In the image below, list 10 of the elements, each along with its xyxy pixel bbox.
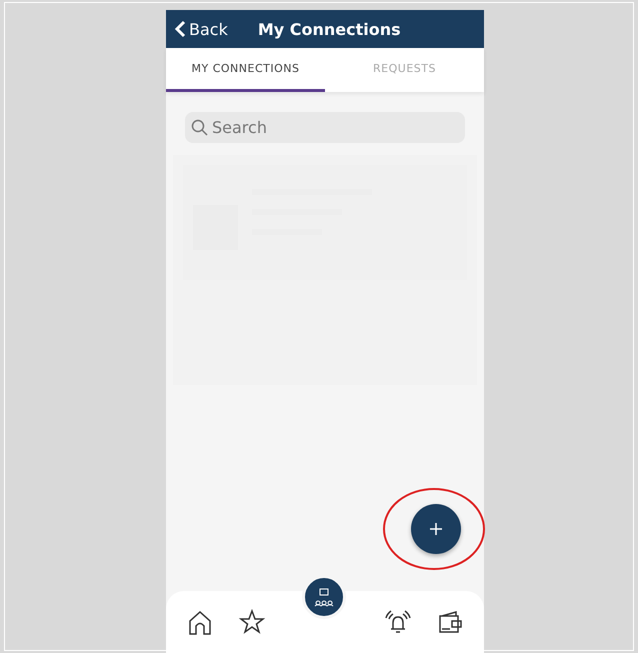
- group-chat-icon: [314, 587, 334, 607]
- tab[interactable]: MY CONNECTIONS: [166, 48, 325, 92]
- screen-title: My Connections: [258, 20, 401, 38]
- add-button[interactable]: [411, 504, 461, 554]
- alarm-bell-icon[interactable]: [384, 608, 412, 636]
- star-icon[interactable]: [238, 608, 266, 636]
- plus-icon: [429, 522, 443, 536]
- chevron-left-icon: [174, 20, 186, 38]
- back-button[interactable]: Back: [174, 20, 228, 38]
- search-field[interactable]: Search: [185, 112, 465, 143]
